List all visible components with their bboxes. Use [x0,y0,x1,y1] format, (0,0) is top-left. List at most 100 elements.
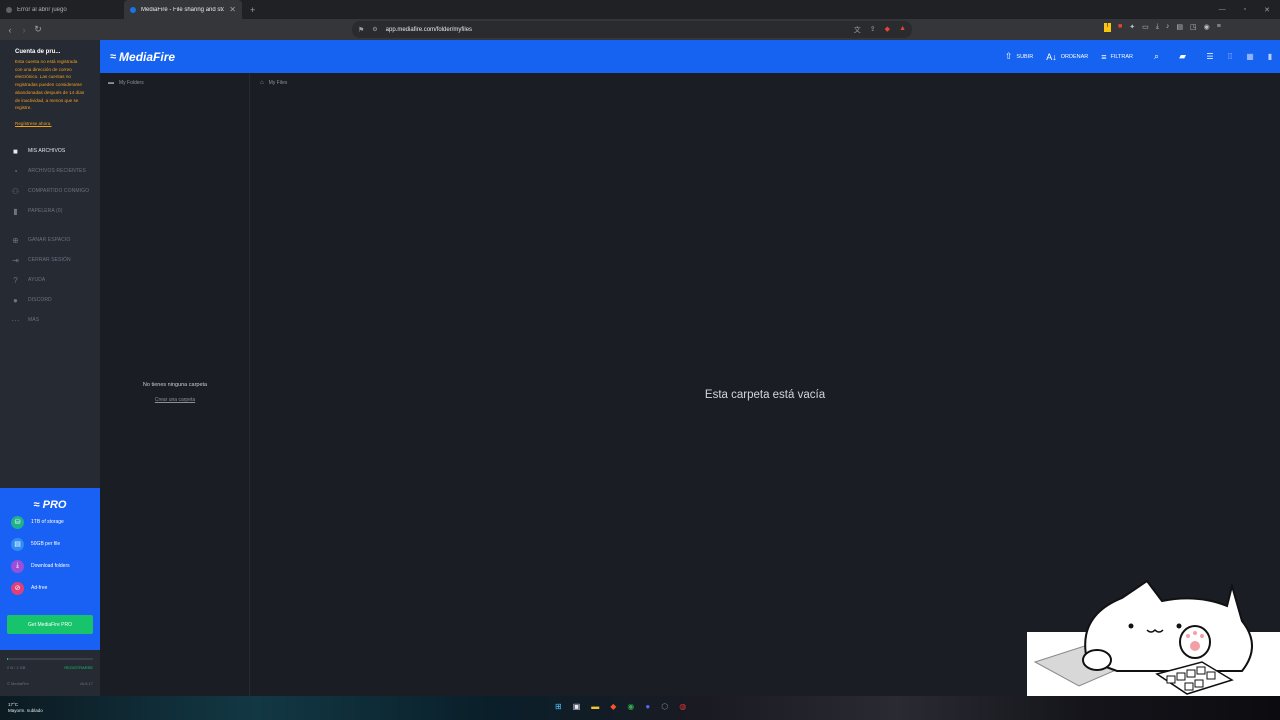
create-folder-link[interactable]: Crear una carpeta [100,397,250,403]
sidebar-item-recent[interactable]: ◔ ARCHIVOS RECIENTES [0,161,100,181]
sidebar-item-logout[interactable]: ⇥ CERRAR SESIÓN [0,250,100,270]
list-view-button[interactable]: ☰ [1200,40,1220,73]
reload-icon[interactable]: ↻ [31,24,45,35]
mediafire-logo[interactable]: ≈ MediaFire [110,50,175,64]
copyright: © MediaFire [7,681,29,686]
app-icon[interactable]: ⬡ [661,702,668,711]
extensions-bar: I ■ ✦ ▭ ⤓ ♪ ▤ ◳ ◉ ≡ [1104,23,1221,32]
sort-az-icon: A↓ [1046,51,1057,62]
share-icon[interactable]: ⇪ [870,25,876,35]
puzzle-icon[interactable]: ✦ [1129,23,1135,32]
sidebar-item-my-files[interactable]: ■ MIS ARCHIVOS [0,141,100,161]
filter-icon: ≡ [1101,51,1107,62]
search-button[interactable]: ⌕ [1154,51,1159,62]
storage-used: 0 B / 1 GB [7,665,26,670]
grid-view-button[interactable]: ▦ [1240,40,1260,73]
browser-tab-bar: Error al abrir juego MediaFire - File sh… [0,0,1280,19]
details-panel-button[interactable]: ▮ [1260,40,1280,73]
account-title[interactable]: Cuenta de pru... [15,49,85,55]
help-icon: ? [13,275,18,285]
toolbar: ⇧ SUBIR A↓ ORDENAR ≡ FILTRAR ⌕ ▰ ☰ ⁞⁞ ▦ … [1005,40,1280,73]
site-info-icon[interactable]: ⚙ [372,26,377,33]
version: v5.8.17 [79,681,93,686]
tool-label: ORDENAR [1060,53,1089,60]
download-icon[interactable]: ⤓ [1156,23,1159,32]
pro-feature-label: Ad-free [31,585,48,591]
upload-button[interactable]: ⇧ SUBIR [1005,51,1033,62]
plus-circle-icon: ⊕ [12,235,19,245]
brave-browser-icon[interactable]: ◆ [610,702,616,711]
grid-small-icon: ⁞⁞ [1227,52,1233,61]
profile-icon[interactable]: ◉ [1204,23,1210,32]
brave-rewards-icon[interactable]: ▲ [899,25,906,35]
home-icon[interactable]: ⌂ [260,80,264,86]
folder-icon: ▬ [108,80,114,86]
tool-label: SUBIR [1016,53,1034,60]
forward-icon[interactable]: › [17,25,31,35]
folder-icon: ■ [13,146,18,156]
pro-feature: ⊘ Ad-free [11,577,100,599]
reading-list-icon[interactable]: ▤ [1176,23,1183,32]
sidebar-item-more[interactable]: ··· MÁS [0,310,100,330]
sidebar-item-label: ARCHIVOS RECIENTES [28,168,86,174]
get-pro-button[interactable]: Get MediaFire PRO [7,615,93,634]
sidebar-item-help[interactable]: ? AYUDA [0,270,100,290]
empty-folder-message: Esta carpeta está vacía [704,389,826,401]
folders-pane: ▬ My Folders No tienes ninguna carpeta C… [100,73,250,696]
sidebar-item-label: MÁS [28,317,40,323]
taskbar-apps: ⊞ ▣ ▬ ◆ ◉ ● ⬡ ◍ [555,702,686,711]
menu-icon[interactable]: ≡ [1217,23,1221,32]
sidebar-item-label: PAPELERA (0) [28,208,63,214]
new-tab-icon[interactable]: + [250,5,255,15]
new-folder-button[interactable]: ▰ [1179,51,1186,62]
app-icon[interactable]: ◍ [679,702,686,711]
sidebar-item-earn-space[interactable]: ⊕ GANAR ESPACIO [0,230,100,250]
start-icon[interactable]: ⊞ [555,702,562,711]
browser-tab-mediafire[interactable]: MediaFire - File sharing and sto ✕ [124,0,242,19]
tab-title: MediaFire - File sharing and sto [141,6,225,13]
close-window-icon[interactable]: ✕ [1264,6,1270,14]
sort-button[interactable]: A↓ ORDENAR [1046,52,1088,62]
extension-icon[interactable]: I [1104,23,1111,32]
brave-shield-icon[interactable]: ◆ [885,25,890,35]
filter-button[interactable]: ≡ FILTRAR [1101,52,1133,62]
pro-feature: ⛁ 1TB of storage [11,511,100,533]
compact-grid-button[interactable]: ⁞⁞ [1220,40,1240,73]
mediafire-flame-icon: ≈ [33,499,40,511]
close-tab-icon[interactable]: ✕ [229,5,236,14]
chrome-icon[interactable]: ◉ [627,702,634,711]
minimize-icon[interactable]: — [1219,6,1226,14]
maximize-icon[interactable]: ▫ [1244,6,1246,14]
tool-label: FILTRAR [1110,53,1134,60]
sidebar-item-shared[interactable]: ⚇ COMPARTIDO CONMIGO [0,181,100,201]
browser-tab-error[interactable]: Error al abrir juego [0,0,124,19]
bongo-cat-overlay [1027,579,1280,696]
sidebar-toggle-icon[interactable]: ▭ [1142,23,1149,32]
sidebar-item-discord[interactable]: ● DISCORD [0,290,100,310]
file-size-icon: ▤ [11,537,24,551]
omnibox-actions: 文 ⇪ ◆ ▲ [854,25,906,35]
bookmark-icon[interactable]: ⚑ [358,26,364,34]
breadcrumb-my-files[interactable]: My Files [269,80,288,86]
discord-icon[interactable]: ● [645,702,650,711]
trash-icon: ▮ [13,206,18,216]
wallet-icon[interactable]: ◳ [1190,23,1197,32]
browser-address-bar: ‹ › ↻ ⚑ ⚙ app.mediafire.com/folder/myfil… [0,19,1280,40]
storage-info: 0 B / 1 GB REGISTRARSE [7,665,93,670]
file-explorer-icon[interactable]: ▬ [591,702,599,711]
weather-widget[interactable]: 17°C Mayorm. nublado [8,702,43,714]
back-icon[interactable]: ‹ [3,25,17,35]
taskview-icon[interactable]: ▣ [573,702,581,711]
omnibox[interactable]: ⚑ ⚙ app.mediafire.com/folder/myfiles 文 ⇪… [352,21,912,38]
translate-icon[interactable]: 文 [854,25,861,35]
media-icon[interactable]: ♪ [1166,23,1170,32]
register-button[interactable]: REGISTRARSE [64,665,93,670]
extension-icon[interactable]: ■ [1118,23,1122,32]
pro-logo-text: PRO [42,499,67,511]
url-text[interactable]: app.mediafire.com/folder/myfiles [386,27,472,33]
os-taskbar: 17°C Mayorm. nublado ⊞ ▣ ▬ ◆ ◉ ● ⬡ ◍ [0,696,1280,720]
sidebar-item-trash[interactable]: ▮ PAPELERA (0) [0,201,100,221]
download-folder-icon: ⤓ [11,559,24,573]
storage-bar-fill [7,658,8,660]
register-link[interactable]: Regístrese ahora. [15,121,52,126]
